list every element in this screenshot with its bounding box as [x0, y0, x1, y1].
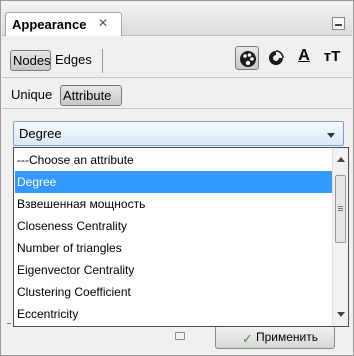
palette-icon[interactable] — [235, 46, 259, 70]
apply-button[interactable]: ✓ Применить — [215, 325, 335, 349]
dropdown-option-selected[interactable]: Degree — [15, 171, 333, 193]
chevron-down-icon[interactable] — [327, 133, 335, 138]
scroll-up-icon[interactable] — [337, 157, 345, 162]
appearance-panel: Appearance ✕ Nodes Edges A тT Unique Att… — [0, 0, 354, 356]
dropdown-option[interactable]: Eigenvector Centrality — [15, 259, 333, 281]
label-size-button[interactable]: тT — [320, 46, 344, 70]
mode-toolbar: Unique Attribute — [2, 77, 352, 109]
check-icon: ✓ — [242, 331, 253, 346]
label-color-button[interactable]: A — [292, 46, 316, 70]
scrollbar-thumb[interactable] — [335, 175, 346, 243]
attribute-tab[interactable]: Attribute — [60, 85, 122, 106]
auto-apply-icon[interactable] — [175, 332, 185, 340]
attribute-select-value: Degree — [19, 126, 62, 141]
attribute-dropdown-list: ---Choose an attribute Degree Взвешенная… — [13, 147, 349, 327]
dropdown-option[interactable]: Взвешенная мощность — [15, 193, 333, 215]
divider — [7, 323, 11, 324]
dropdown-option[interactable]: Clustering Coefficient — [15, 281, 333, 303]
toolbar-divider — [102, 49, 103, 73]
dropdown-option[interactable]: Eccentricity — [15, 303, 333, 325]
nodes-button[interactable]: Nodes — [10, 50, 51, 71]
size-icon[interactable] — [264, 46, 288, 70]
panel-titlebar: Appearance ✕ — [2, 2, 352, 36]
element-toolbar: Nodes Edges A тT — [2, 37, 352, 75]
close-icon[interactable]: ✕ — [98, 16, 108, 30]
dropdown-option[interactable]: ---Choose an attribute — [15, 149, 333, 171]
edges-button[interactable]: Edges — [53, 50, 97, 71]
dropdown-scrollbar[interactable] — [332, 148, 348, 326]
attribute-select[interactable]: Degree — [13, 121, 344, 146]
minimize-icon[interactable] — [332, 17, 345, 30]
panel-title: Appearance — [12, 17, 87, 32]
scroll-down-icon[interactable] — [337, 312, 345, 317]
apply-button-label: Применить — [256, 330, 319, 344]
grip-icon — [338, 206, 343, 207]
dropdown-option[interactable]: Closeness Centrality — [15, 215, 333, 237]
unique-tab[interactable]: Unique — [9, 85, 59, 106]
dropdown-option[interactable]: Number of triangles — [15, 237, 333, 259]
appearance-tab[interactable]: Appearance ✕ — [5, 12, 122, 36]
